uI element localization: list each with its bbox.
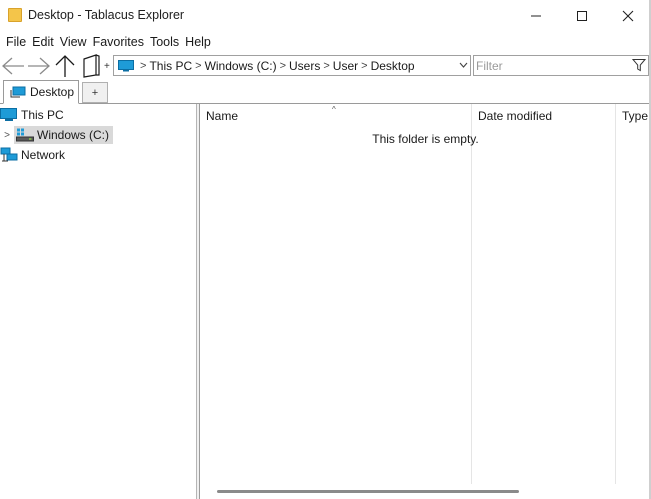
tree-item-network[interactable]: Network	[0, 146, 65, 164]
minimize-button[interactable]	[513, 0, 559, 32]
breadcrumb-this-pc[interactable]: This PC	[149, 59, 192, 73]
tab-icon	[82, 53, 100, 78]
close-button[interactable]	[605, 0, 651, 32]
menu-tools[interactable]: Tools	[147, 35, 182, 49]
expand-chevron-icon[interactable]: >	[0, 130, 14, 141]
tree-item-windows-c[interactable]: > Windows (C:)	[0, 126, 114, 144]
column-header-name[interactable]: Name	[200, 104, 471, 128]
menu-bar: File Edit View Favorites Tools Help	[0, 32, 651, 52]
breadcrumb-desktop[interactable]: Desktop	[371, 59, 415, 73]
file-list[interactable]: ^ Name Date modified Type This folder is…	[200, 104, 651, 499]
breadcrumb-windows-c[interactable]: Windows (C:)	[205, 59, 277, 73]
new-tab-plus[interactable]: +	[104, 61, 110, 72]
up-arrow-icon	[55, 54, 74, 77]
tab-desktop[interactable]: Desktop	[3, 80, 79, 104]
menu-file[interactable]: File	[3, 35, 29, 49]
add-tab-button[interactable]: +	[82, 82, 108, 103]
tab-button[interactable]	[78, 53, 103, 78]
column-header-date-modified[interactable]: Date modified	[472, 104, 615, 128]
menu-edit[interactable]: Edit	[29, 35, 57, 49]
tree-selection: Windows (C:)	[14, 126, 114, 144]
chevron-down-icon[interactable]	[459, 59, 468, 71]
back-button[interactable]	[0, 53, 25, 78]
monitor-icon	[0, 108, 17, 121]
filter-input[interactable]	[476, 57, 626, 74]
drive-icon	[16, 128, 34, 142]
menu-help[interactable]: Help	[182, 35, 214, 49]
folder-tree: This PC > Windows (C:) Network	[0, 104, 196, 499]
tab-label: Desktop	[30, 85, 75, 99]
tree-label-windows-c: Windows (C:)	[37, 128, 110, 142]
back-arrow-icon	[1, 57, 24, 74]
folder-icon	[8, 8, 22, 22]
empty-folder-message: This folder is empty.	[372, 132, 479, 146]
network-icon	[0, 147, 18, 162]
title-bar: Desktop - Tablacus Explorer	[0, 0, 651, 32]
column-divider[interactable]	[615, 104, 616, 484]
maximize-button[interactable]	[559, 0, 605, 32]
menu-view[interactable]: View	[57, 35, 90, 49]
breadcrumb-users[interactable]: Users	[289, 59, 320, 73]
column-divider[interactable]	[471, 104, 472, 484]
address-bar[interactable]: > This PC > Windows (C:) > Users > User …	[113, 55, 471, 76]
tree-item-this-pc[interactable]: This PC	[0, 106, 64, 124]
tree-label-network: Network	[21, 148, 66, 162]
filter-icon[interactable]	[632, 58, 646, 72]
maximize-icon	[577, 11, 587, 21]
filter-box	[473, 55, 649, 76]
forward-button[interactable]	[26, 53, 51, 78]
up-button[interactable]	[52, 53, 77, 78]
monitor-icon	[118, 59, 134, 71]
window-title: Desktop - Tablacus Explorer	[28, 8, 185, 22]
horizontal-scrollbar[interactable]	[217, 490, 519, 493]
tab-bar: Desktop +	[0, 79, 651, 104]
tree-label-this-pc: This PC	[21, 108, 64, 122]
menu-favorites[interactable]: Favorites	[90, 35, 147, 49]
breadcrumb-user[interactable]: User	[333, 59, 358, 73]
forward-arrow-icon	[27, 57, 50, 74]
monitor-icon	[10, 86, 26, 98]
column-header-type[interactable]: Type	[616, 104, 651, 128]
minimize-icon	[531, 15, 541, 17]
close-icon	[622, 10, 634, 22]
